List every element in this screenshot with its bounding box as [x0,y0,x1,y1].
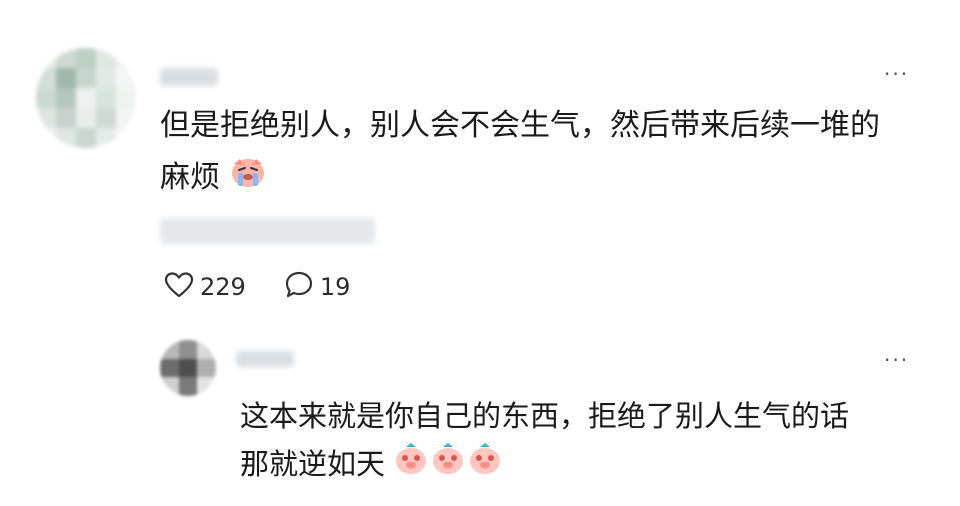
comment-actions: 229 19 [164,270,350,304]
speech-bubble-icon [284,270,314,304]
reply-text-line-2: 那就逆如天 [240,440,849,490]
like-button[interactable]: 229 [164,271,246,303]
comment-avatar[interactable] [36,48,136,148]
reply-text-line-1: 这本来就是你自己的东西，拒绝了别人生气的话 [240,399,850,433]
reply-count: 19 [319,273,351,301]
comment-text-line-2: 麻烦 [160,152,880,205]
reply-avatar[interactable] [160,340,216,396]
heart-icon [164,271,194,303]
comment-text: 但是拒绝别人，别人会不会生气，然后带来后续一堆的 麻烦 [160,100,880,205]
reply-text: 这本来就是你自己的东西，拒绝了别人生气的话 那就逆如天 [240,392,849,490]
shy-pig-emoji-icon [394,442,502,490]
like-count: 229 [200,273,246,301]
comment-text-line-2-text: 麻烦 [160,160,220,195]
comment-username[interactable] [160,68,218,86]
comment-text-line-1: 但是拒绝别人，别人会不会生气，然后带来后续一堆的 [160,108,880,143]
reply-username[interactable] [236,351,294,367]
reply-button[interactable]: 19 [284,270,351,304]
reply-more-button[interactable]: ··· [884,350,909,370]
reply-text-line-2-text: 那就逆如天 [240,447,386,481]
comment-more-button[interactable]: ··· [884,64,909,84]
comment-meta-blurred [160,218,375,244]
cry-emoji-icon [230,153,266,205]
